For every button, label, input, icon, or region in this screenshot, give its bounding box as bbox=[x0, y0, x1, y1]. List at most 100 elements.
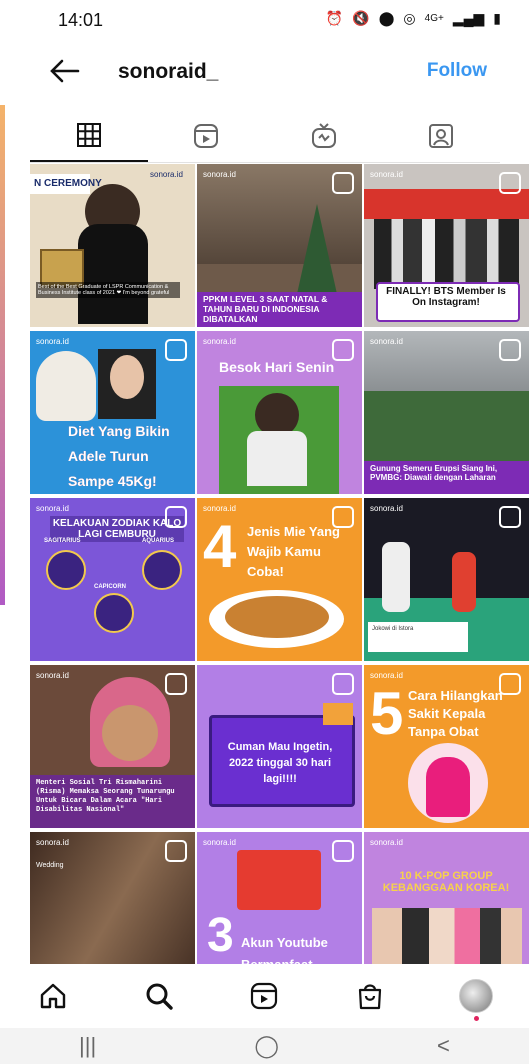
post-caption: Jokowi di Istora bbox=[372, 626, 414, 632]
brand-label: sonora.id bbox=[370, 838, 403, 847]
post-caption: FINALLY! BTS Member Is On Instagram! bbox=[386, 286, 506, 308]
system-nav-bar: ||| ◯ < bbox=[0, 1028, 529, 1064]
alarm-icon: ⏰ bbox=[325, 10, 344, 26]
brand-label: sonora.id bbox=[36, 337, 69, 346]
igtv-badge-icon bbox=[165, 673, 187, 695]
reels-icon bbox=[194, 124, 219, 148]
back-arrow-icon[interactable] bbox=[48, 54, 82, 88]
brand-label: sonora.id bbox=[203, 170, 236, 179]
hotspot-icon: ◎ bbox=[403, 10, 416, 26]
post-tile[interactable]: Diet Yang Bikin Adele Turun Sampe 45Kg! … bbox=[30, 331, 195, 494]
post-tile[interactable]: 4 Jenis Mie Yang Wajib Kamu Coba! sonora… bbox=[197, 498, 362, 661]
status-bar: 14:01 ⏰ 🔇 ⬤ ◎ 4G+ ▂▄▆ ▮ bbox=[0, 0, 529, 40]
post-subcaption: Cara Hilangkan Sakit Kepala Tanpa Obat bbox=[408, 688, 503, 739]
igtv-badge-icon bbox=[165, 339, 187, 361]
brand-label: sonora.id bbox=[370, 504, 403, 513]
post-caption: 3 bbox=[207, 909, 234, 962]
brand-label: sonora.id bbox=[36, 504, 69, 513]
igtv-badge-icon bbox=[499, 673, 521, 695]
shop-icon bbox=[359, 984, 382, 1010]
post-tile[interactable]: Wedding sonora.id bbox=[30, 832, 195, 964]
igtv-badge-icon bbox=[165, 840, 187, 862]
igtv-badge-icon bbox=[332, 172, 354, 194]
status-time: 14:01 bbox=[58, 10, 104, 30]
post-caption: PPKM LEVEL 3 SAAT NATAL & TAHUN BARU DI … bbox=[203, 294, 328, 324]
posts-grid: N CEREMONY Best of the Best Graduate of … bbox=[30, 164, 529, 964]
post-caption: 5 bbox=[370, 680, 404, 747]
brand-label: sonora.id bbox=[203, 838, 236, 847]
battery-icon: ▮ bbox=[493, 10, 501, 26]
tab-reels[interactable] bbox=[148, 110, 266, 162]
post-tile[interactable]: Menteri Sosial Tri Rismaharini (Risma) M… bbox=[30, 665, 195, 828]
tab-tagged[interactable] bbox=[383, 110, 501, 162]
page-title: sonoraid_ bbox=[118, 60, 219, 83]
post-tile[interactable]: KELAKUAN ZODIAK KALO LAGI CEMBURU SAGITA… bbox=[30, 498, 195, 661]
post-caption: N CEREMONY bbox=[34, 178, 102, 189]
bottom-nav bbox=[0, 964, 529, 1028]
post-tile[interactable]: 3 Akun Youtube Bermanfaat sonora.id bbox=[197, 832, 362, 964]
post-caption: Gunung Semeru Erupsi Siang Ini, PVMBG: D… bbox=[370, 464, 498, 482]
post-tile[interactable]: Cuman Mau Ingetin, 2022 tinggal 30 hari … bbox=[197, 665, 362, 828]
nav-profile[interactable] bbox=[451, 971, 501, 1021]
igtv-badge-icon bbox=[499, 172, 521, 194]
post-subcaption: Akun Youtube Bermanfaat bbox=[241, 935, 328, 964]
home-button[interactable]: ◯ bbox=[254, 1033, 279, 1059]
brand-label: sonora.id bbox=[36, 671, 69, 680]
nav-search[interactable] bbox=[134, 971, 184, 1021]
brand-label: sonora.id bbox=[370, 170, 403, 179]
back-button[interactable]: < bbox=[437, 1033, 450, 1059]
igtv-icon bbox=[311, 123, 336, 148]
nav-shop[interactable] bbox=[345, 971, 395, 1021]
brand-label: sonora.id bbox=[370, 337, 403, 346]
post-tile[interactable]: N CEREMONY Best of the Best Graduate of … bbox=[30, 164, 195, 327]
igtv-badge-icon bbox=[499, 506, 521, 528]
post-caption: Menteri Sosial Tri Rismaharini (Risma) M… bbox=[36, 779, 175, 814]
recents-button[interactable]: ||| bbox=[79, 1033, 96, 1059]
post-caption: 4 bbox=[203, 513, 237, 580]
zodiac-label: SAGITARIUS bbox=[44, 538, 81, 544]
reels-icon bbox=[251, 982, 278, 1010]
brand-label: sonora.id bbox=[370, 671, 403, 680]
location-icon: ⬤ bbox=[378, 10, 395, 26]
zodiac-label: AQUARIUS bbox=[142, 538, 175, 544]
post-tile[interactable]: 10 K-POP GROUP KEBANGGAAN KOREA! sonora.… bbox=[364, 832, 529, 964]
nav-home[interactable] bbox=[28, 971, 78, 1021]
home-icon bbox=[40, 983, 66, 1009]
post-tile[interactable]: Jokowi di Istora sonora.id bbox=[364, 498, 529, 661]
igtv-badge-icon bbox=[332, 506, 354, 528]
brand-label: sonora.id bbox=[150, 170, 183, 179]
igtv-badge-icon bbox=[332, 840, 354, 862]
igtv-badge-icon bbox=[165, 506, 187, 528]
side-accent bbox=[0, 105, 5, 605]
igtv-badge-icon bbox=[499, 339, 521, 361]
post-tile[interactable]: Gunung Semeru Erupsi Siang Ini, PVMBG: D… bbox=[364, 331, 529, 494]
brand-label: sonora.id bbox=[203, 337, 236, 346]
post-caption: 10 K-POP GROUP KEBANGGAAN KOREA! bbox=[382, 870, 510, 894]
igtv-badge-icon bbox=[332, 673, 354, 695]
grid-icon bbox=[76, 123, 101, 147]
profile-avatar bbox=[459, 979, 494, 1013]
tab-igtv[interactable] bbox=[265, 110, 383, 162]
profile-tabs bbox=[30, 110, 500, 163]
post-caption: Wedding bbox=[36, 862, 64, 869]
follow-button[interactable]: Follow bbox=[427, 60, 487, 82]
post-subcaption: Jenis Mie Yang Wajib Kamu Coba! bbox=[247, 524, 340, 579]
notification-dot bbox=[474, 1016, 480, 1021]
post-tile[interactable]: FINALLY! BTS Member Is On Instagram! son… bbox=[364, 164, 529, 327]
status-icons: ⏰ 🔇 ⬤ ◎ 4G+ ▂▄▆ ▮ bbox=[326, 10, 501, 27]
profile-header: sonoraid_ Follow bbox=[0, 42, 529, 104]
network-label: 4G+ bbox=[424, 13, 444, 24]
signal-icon: ▂▄▆ bbox=[452, 10, 485, 26]
post-caption: Cuman Mau Ingetin, 2022 tinggal 30 hari … bbox=[227, 741, 333, 785]
post-subcaption: Best of the Best Graduate of LSPR Commun… bbox=[36, 282, 180, 298]
post-tile[interactable]: 5 Cara Hilangkan Sakit Kepala Tanpa Obat… bbox=[364, 665, 529, 828]
brand-label: sonora.id bbox=[36, 838, 69, 847]
zodiac-label: CAPICORN bbox=[94, 584, 127, 590]
post-tile[interactable]: PPKM LEVEL 3 SAAT NATAL & TAHUN BARU DI … bbox=[197, 164, 362, 327]
tagged-icon bbox=[429, 124, 454, 148]
brand-label: sonora.id bbox=[203, 504, 236, 513]
mute-icon: 🔇 bbox=[352, 10, 370, 26]
nav-reels[interactable] bbox=[239, 971, 289, 1021]
post-tile[interactable]: Besok Hari Senin sonora.id bbox=[197, 331, 362, 494]
tab-grid[interactable] bbox=[30, 110, 148, 162]
